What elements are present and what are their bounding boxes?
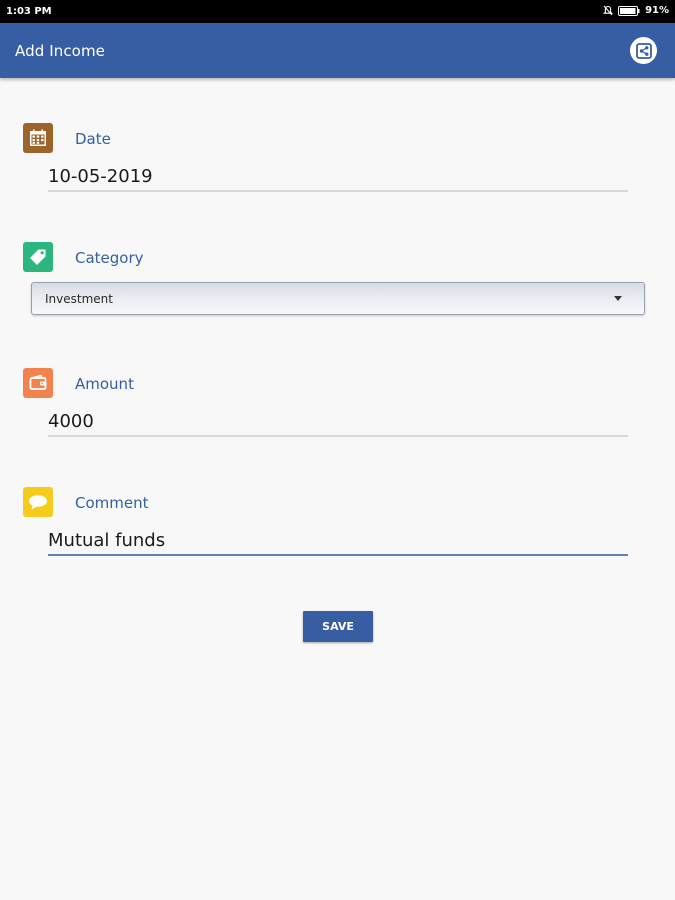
- amount-icon-tile: [23, 368, 53, 398]
- category-dropdown[interactable]: Investment: [31, 282, 645, 315]
- tag-icon: [30, 249, 46, 265]
- category-icon-tile: [23, 242, 53, 272]
- battery-percent: 91%: [645, 5, 669, 16]
- category-selected-value: Investment: [45, 292, 113, 306]
- mute-icon: [603, 5, 614, 16]
- comment-icon-tile: [23, 487, 53, 517]
- save-button[interactable]: SAVE: [303, 611, 373, 642]
- battery-icon: [618, 5, 640, 16]
- comment-label: Comment: [75, 494, 149, 512]
- status-icons: 91%: [603, 5, 669, 16]
- calendar-icon: [30, 129, 46, 146]
- comment-field[interactable]: [48, 526, 628, 556]
- date-icon-tile: [23, 123, 53, 153]
- status-time: 1:03 PM: [6, 6, 52, 17]
- page-title: Add Income: [15, 42, 106, 60]
- dropdown-arrow-icon: [614, 296, 622, 301]
- app-bar: Add Income: [0, 23, 675, 78]
- amount-label: Amount: [75, 375, 134, 393]
- wallet-icon: [29, 374, 47, 390]
- share-button[interactable]: [630, 37, 657, 64]
- category-label: Category: [75, 249, 144, 267]
- date-label: Date: [75, 130, 111, 148]
- amount-field[interactable]: [48, 407, 628, 437]
- status-bar: 1:03 PM 91%: [0, 0, 675, 23]
- speech-bubble-icon: [29, 495, 47, 510]
- date-field[interactable]: [48, 162, 628, 192]
- share-icon: [635, 42, 652, 59]
